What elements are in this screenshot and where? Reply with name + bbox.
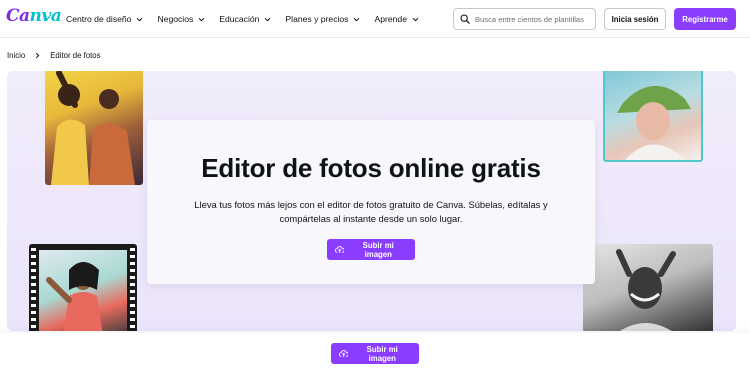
nav-item-label: Educación [219, 14, 260, 24]
cloud-upload-icon [339, 350, 349, 358]
cloud-upload-icon [335, 246, 345, 254]
nav-item-design-center[interactable]: Centro de diseño [66, 14, 143, 24]
search-box[interactable] [453, 8, 596, 30]
login-button[interactable]: Inicia sesión [604, 8, 666, 30]
hero-description: Lleva tus fotos más lejos con el editor … [194, 199, 548, 224]
breadcrumb: Inicio Editor de fotos [7, 51, 100, 60]
nav-item-label: Negocios [157, 14, 194, 24]
photo-friends-selfie [45, 71, 143, 185]
breadcrumb-home-link[interactable]: Inicio [7, 51, 25, 60]
chevron-right-icon [36, 52, 40, 59]
signup-button[interactable]: Registrarme [674, 8, 736, 30]
nav-item-business[interactable]: Negocios [157, 14, 205, 24]
upload-button-label: Subir mi imagen [366, 344, 398, 363]
nav-item-label: Centro de diseño [66, 14, 132, 24]
photo-friends-illustration [51, 71, 135, 185]
photo-film-strip-woman [29, 244, 137, 331]
sticky-upload-image-button[interactable]: Subir mi imagen [331, 343, 419, 364]
sticky-cta-bar: Subir mi imagen [0, 333, 750, 368]
canva-logo[interactable]: Canva [6, 6, 62, 26]
chevron-down-icon [354, 17, 360, 21]
chevron-down-icon [198, 17, 205, 21]
nav-item-label: Aprende [374, 14, 407, 24]
search-icon [460, 14, 470, 24]
logo-text-part-2: nva [29, 6, 62, 26]
photo-man-illustration [616, 249, 676, 331]
film-perforation [130, 248, 135, 331]
nav-item-learn[interactable]: Aprende [374, 14, 419, 24]
search-input[interactable] [475, 14, 595, 24]
film-perforation [31, 248, 36, 331]
chevron-down-icon [265, 17, 271, 21]
top-nav: Canva Centro de diseño Negocios Educació… [0, 0, 750, 38]
page-title: Editor de fotos online gratis [201, 153, 541, 183]
hero-card: Editor de fotos online gratis Lleva tus … [147, 120, 595, 284]
breadcrumb-current: Editor de fotos [50, 51, 101, 60]
photo-woman-film-illustration [46, 262, 103, 331]
photo-woman-illustration [617, 85, 691, 160]
chevron-down-icon [412, 17, 419, 21]
nav-item-plans-pricing[interactable]: Planes y precios [285, 14, 360, 24]
nav-item-label: Planes y precios [285, 14, 349, 24]
upload-image-button[interactable]: Subir mi imagen [327, 239, 415, 260]
chevron-down-icon [137, 17, 143, 21]
photo-smiling-man [583, 244, 713, 331]
nav-item-education[interactable]: Educación [219, 14, 271, 24]
main-menu: Centro de diseño Negocios Educación Plan… [66, 0, 433, 38]
hero-banner: Editor de fotos online gratis Lleva tus … [7, 71, 736, 331]
photo-green-hat-woman [603, 71, 703, 162]
film-frame [39, 250, 127, 331]
logo-text-part-1: Ca [6, 6, 30, 26]
upload-button-label: Subir mi imagen [362, 240, 394, 259]
